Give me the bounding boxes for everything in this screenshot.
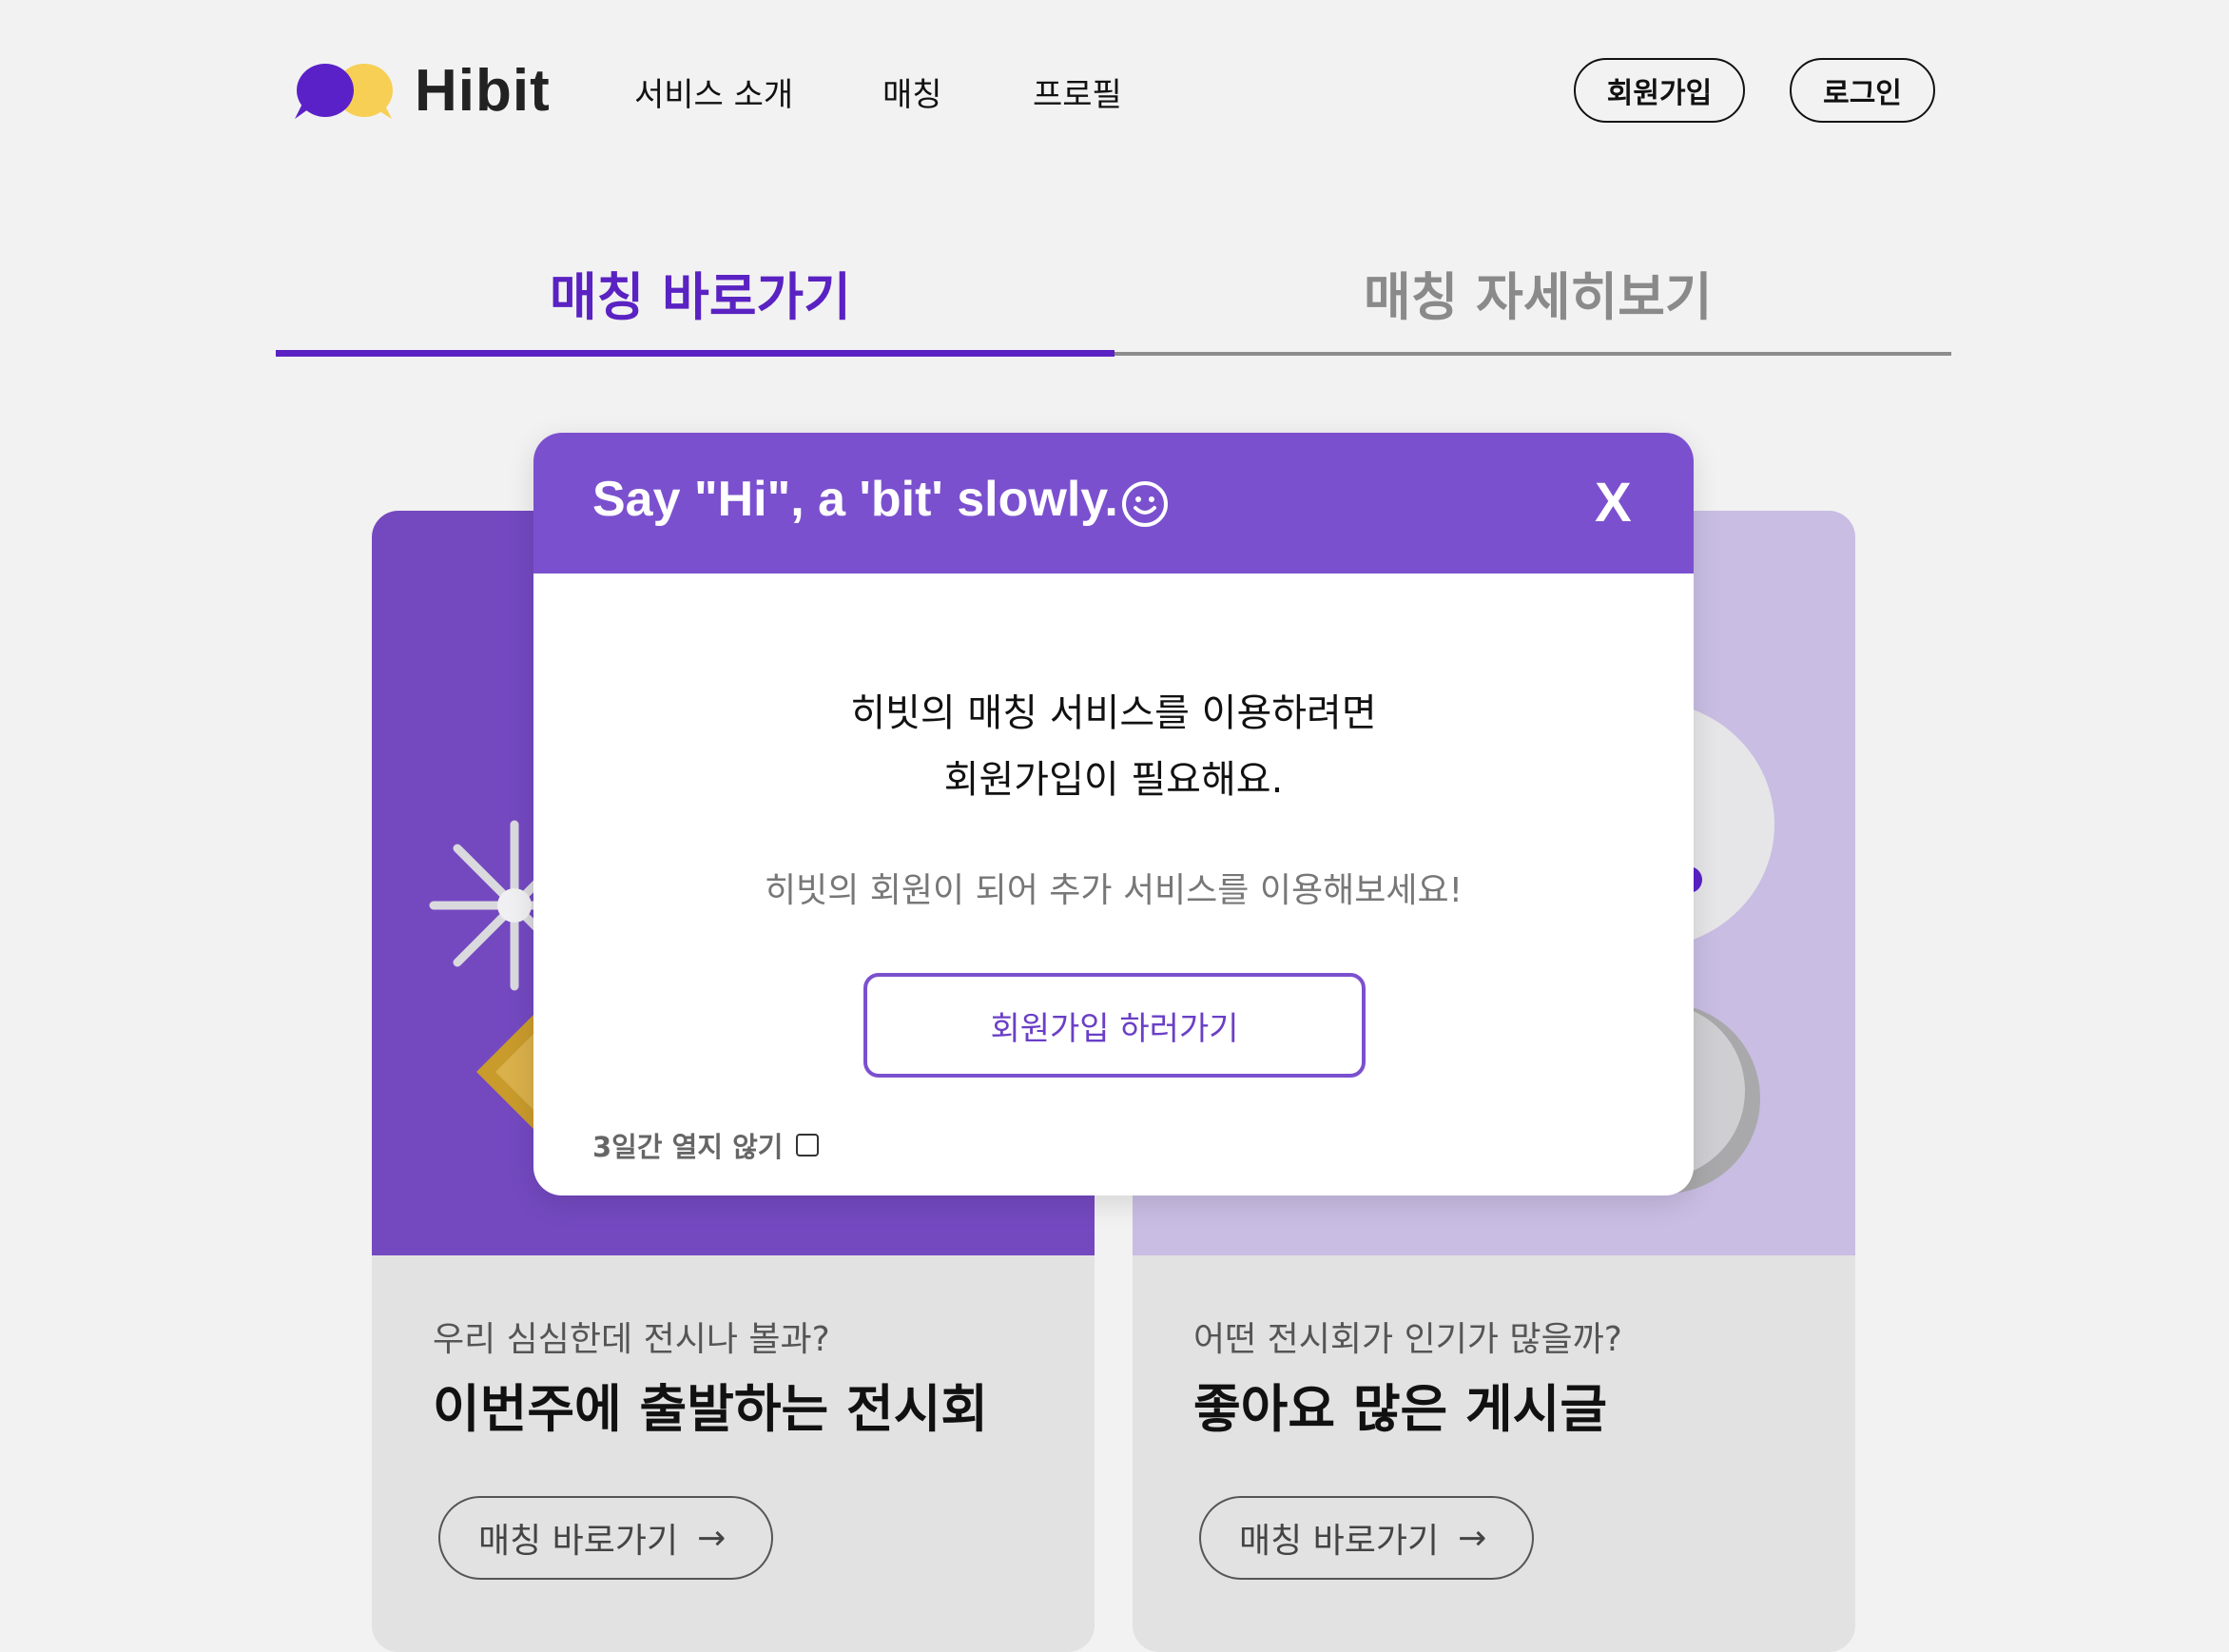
dont-show-3-days[interactable]: 3일간 열지 않기	[592, 1125, 820, 1165]
card-subtitle: 어떤 전시회가 인기가 많을까?	[1193, 1320, 1622, 1359]
card-matching-button[interactable]: 매칭 바로가기 →	[1199, 1496, 1534, 1580]
tab-active-indicator	[276, 350, 1114, 357]
card-matching-button[interactable]: 매칭 바로가기 →	[438, 1496, 773, 1580]
modal-message-line1: 히빗의 매칭 서비스를 이용하려면	[850, 691, 1377, 735]
signup-required-modal: Say "Hi", a 'bit' slowly. X 히빗의 매칭 서비스를 …	[533, 433, 1694, 1195]
card-subtitle: 우리 심심한데 전시나 볼과?	[433, 1320, 830, 1359]
login-button[interactable]: 로그인	[1790, 58, 1935, 123]
tab-matching-details[interactable]: 매칭 자세히보기	[1364, 255, 1713, 330]
arrow-right-icon: →	[1458, 1518, 1487, 1558]
logo-icon	[295, 63, 393, 119]
dont-show-label: 3일간 열지 않기	[592, 1131, 784, 1163]
modal-header: Say "Hi", a 'bit' slowly. X	[533, 433, 1694, 573]
dont-show-checkbox[interactable]	[796, 1134, 820, 1156]
card-button-label: 매칭 바로가기	[1239, 1522, 1440, 1561]
card-button-label: 매칭 바로가기	[478, 1522, 679, 1561]
close-button[interactable]: X	[1595, 471, 1632, 534]
smile-icon	[1122, 481, 1168, 527]
nav-profile[interactable]: 프로필	[1033, 68, 1122, 115]
modal-title: Say "Hi", a 'bit' slowly.	[592, 472, 1118, 527]
logo-text: Hibit	[415, 58, 551, 124]
logo[interactable]: Hibit	[291, 57, 551, 125]
signup-button[interactable]: 회원가입	[1574, 58, 1745, 123]
modal-sub-message: 히빗의 회원이 되어 추가 서비스를 이용해보세요!	[764, 871, 1463, 910]
tab-matching-shortcut[interactable]: 매칭 바로가기	[550, 255, 851, 330]
arrow-right-icon: →	[697, 1518, 727, 1558]
nav-matching[interactable]: 매칭	[882, 68, 942, 115]
nav-service-intro[interactable]: 서비스 소개	[634, 68, 793, 115]
modal-message-line2: 회원가입이 필요해요.	[943, 758, 1284, 802]
card-title: 이번주에 출발하는 전시회	[433, 1379, 989, 1439]
card-title: 좋아요 많은 게시글	[1193, 1379, 1608, 1439]
go-signup-button[interactable]: 회원가입 하러가기	[863, 973, 1366, 1078]
